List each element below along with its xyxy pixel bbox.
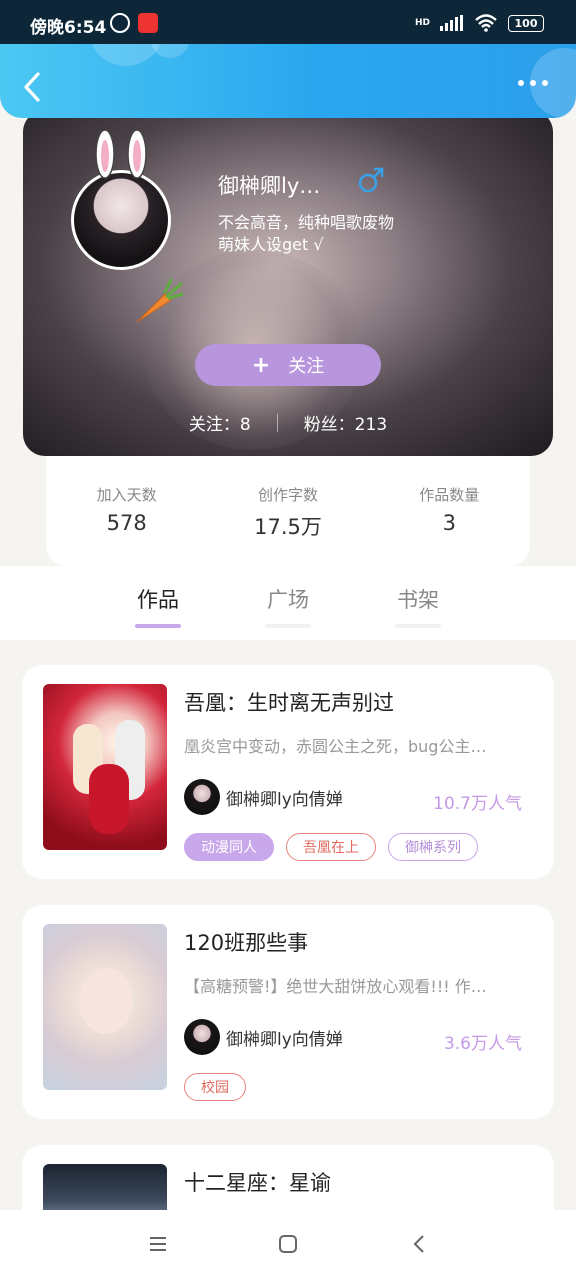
stat-label: 创作字数: [257, 486, 318, 504]
profile-hero: 御榊卿ly… 不会高音，纯种唱歌废物 萌妹人设get √ + 关注 关注：8 粉…: [23, 110, 553, 456]
dot: [518, 80, 524, 86]
work-title[interactable]: 120班那些事: [184, 927, 308, 957]
status-time: 傍晚6:54: [30, 18, 107, 38]
tag[interactable]: 动漫同人: [184, 833, 274, 861]
follow-counts: 关注：8 粉丝：213: [23, 410, 553, 435]
work-author[interactable]: 御榊卿ly向倩婵: [184, 1019, 343, 1055]
back-icon[interactable]: [18, 70, 48, 104]
back-nav-icon[interactable]: [408, 1232, 432, 1256]
male-gender-icon: [358, 167, 384, 193]
wifi-icon: [475, 14, 497, 32]
content-tabs: 作品 广场 书架: [0, 566, 576, 640]
author-avatar: [184, 779, 220, 815]
profile-bio: 不会高音，纯种唱歌废物 萌妹人设get √: [218, 212, 394, 256]
bio-line: 不会高音，纯种唱歌废物: [218, 213, 395, 232]
work-tags: 动漫同人 吾凰在上 御榊系列: [184, 833, 478, 861]
work-popularity: 10.7万人气: [433, 794, 522, 814]
avatar[interactable]: [71, 170, 171, 270]
profile-username: 御榊卿ly…: [218, 174, 321, 198]
tag[interactable]: 御榊系列: [388, 833, 478, 861]
bio-line: 萌妹人设get √: [218, 235, 324, 254]
dot: [530, 80, 536, 86]
more-options-icon[interactable]: [518, 80, 550, 92]
stat-days: 加入天数 578: [57, 484, 197, 566]
author-name: 御榊卿ly向倩婵: [226, 789, 343, 810]
work-cover[interactable]: [43, 684, 167, 850]
stat-label: 作品数量: [419, 486, 480, 504]
follow-button[interactable]: + 关注: [195, 344, 381, 386]
system-navigation-bar: [0, 1210, 576, 1280]
work-author[interactable]: 御榊卿ly向倩婵: [184, 779, 343, 815]
tab-label: 作品: [137, 588, 179, 612]
tag[interactable]: 校园: [184, 1073, 246, 1101]
stat-value: 3: [442, 511, 456, 535]
plus-icon: +: [251, 352, 271, 378]
bunny-ears-decoration: [95, 130, 147, 179]
carrot-decoration: [136, 278, 183, 323]
stat-value: 578: [106, 511, 147, 535]
author-avatar: [184, 1019, 220, 1055]
work-description: 【高糖预警!】绝世大甜饼放心观看!!! 作…: [184, 977, 487, 996]
status-bar: 傍晚6:54 HD 100: [0, 0, 576, 44]
signal-icon: [440, 15, 463, 31]
work-tags: 校园: [184, 1073, 246, 1101]
work-title[interactable]: 吾凰：生时离无声别过: [184, 687, 394, 717]
battery-icon: 100: [508, 14, 544, 32]
tab-indicator: [395, 624, 441, 628]
home-icon[interactable]: [276, 1232, 300, 1256]
work-card[interactable]: 吾凰：生时离无声别过 凰炎宫中变动，赤圆公主之死，bug公主… 御榊卿ly向倩婵…: [22, 665, 554, 879]
network-label: HD: [414, 18, 430, 28]
header: 傍晚6:54 HD 100: [0, 0, 576, 118]
following-count[interactable]: 关注：8: [189, 410, 251, 435]
stat-works: 作品数量 3: [379, 484, 519, 566]
tag[interactable]: 吾凰在上: [286, 833, 376, 861]
cover-art-figure: [89, 764, 129, 834]
profile-stats: 加入天数 578 创作字数 17.5万 作品数量 3: [46, 448, 530, 566]
work-description: 凰炎宫中变动，赤圆公主之死，bug公主…: [184, 737, 487, 756]
alarm-icon: [110, 13, 130, 33]
cover-art-face: [79, 968, 133, 1034]
follow-button-label: 关注: [288, 356, 325, 377]
divider: [276, 413, 278, 432]
tab-active-indicator: [135, 624, 181, 628]
menu-icon[interactable]: [146, 1232, 170, 1256]
fans-count[interactable]: 粉丝：213: [304, 410, 387, 435]
tab-label: 书架: [397, 588, 439, 612]
app-notification-icon: [138, 13, 158, 33]
work-title[interactable]: 十二星座：星谕: [184, 1167, 331, 1197]
tab-bookshelf[interactable]: 书架: [378, 584, 458, 628]
author-name: 御榊卿ly向倩婵: [226, 1029, 343, 1050]
work-card[interactable]: 120班那些事 【高糖预警!】绝世大甜饼放心观看!!! 作… 御榊卿ly向倩婵 …: [22, 905, 554, 1119]
battery-level: 100: [514, 16, 538, 30]
tab-works[interactable]: 作品: [118, 584, 198, 628]
work-cover[interactable]: [43, 924, 167, 1090]
profile-avatar-wrapper[interactable]: [71, 130, 183, 323]
tab-label: 广场: [267, 588, 309, 612]
work-popularity: 3.6万人气: [443, 1034, 522, 1054]
stat-value: 17.5万: [254, 515, 322, 539]
dot: [542, 80, 548, 86]
tab-indicator: [265, 624, 311, 628]
stat-words: 创作字数 17.5万: [218, 484, 358, 566]
stat-label: 加入天数: [96, 486, 157, 504]
tab-square[interactable]: 广场: [248, 584, 328, 628]
